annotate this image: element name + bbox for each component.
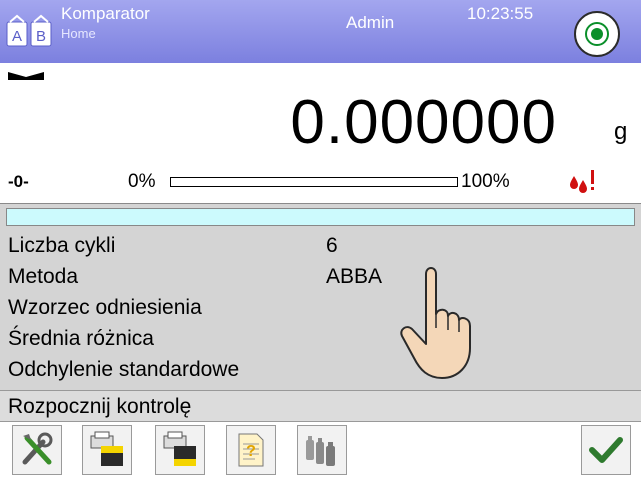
user-name[interactable]: Admin (346, 13, 394, 33)
info-label-mean-difference: Średnia różnica (8, 327, 154, 350)
info-label-method: Metoda (8, 265, 79, 288)
weight-value: 0.000000 (290, 88, 557, 157)
clock: 10:23:55 (467, 4, 534, 23)
confirm-button[interactable] (581, 425, 631, 475)
app-icon-letter-b: B (36, 28, 46, 45)
weight-unit[interactable]: g (614, 118, 627, 146)
print-header-button[interactable] (82, 425, 132, 475)
info-label-cycles: Liczba cykli (8, 234, 116, 257)
printer-header-icon (90, 431, 123, 466)
weights-button[interactable] (297, 425, 347, 475)
printer-footer-icon (163, 431, 196, 466)
breadcrumb: Home (61, 26, 96, 41)
info-status-bar (6, 208, 635, 226)
app-icon-letter-a: A (12, 28, 22, 45)
weighing-display: 0.000000 g -0- 0% 100% (0, 63, 641, 204)
info-value-cycles: 6 (326, 234, 338, 257)
report-icon: ? (238, 433, 264, 467)
settings-button[interactable] (12, 425, 62, 475)
info-label-std-deviation: Odchylenie standardowe (8, 358, 240, 381)
report-button[interactable]: ? (226, 425, 276, 475)
info-value-method: ABBA (326, 265, 383, 288)
app-ab-icon[interactable]: A B (6, 14, 52, 48)
touch-hand-icon (400, 267, 471, 379)
settings-icon (22, 432, 53, 465)
weights-icon (306, 436, 335, 466)
print-footer-button[interactable] (155, 425, 205, 475)
app-title: Komparator (61, 4, 150, 23)
home-circle-icon (585, 22, 609, 46)
range-max-label: 100% (461, 171, 510, 192)
start-control-label: Rozpocznij kontrolę (8, 395, 192, 418)
info-label-reference: Wzorzec odniesienia (8, 296, 202, 319)
drops-alert-icon (570, 170, 594, 193)
stability-icon (8, 72, 44, 80)
confirm-check-icon (589, 437, 623, 463)
svg-text:?: ? (246, 443, 256, 460)
load-bar (170, 177, 458, 187)
start-control-action[interactable]: Rozpocznij kontrolę (0, 390, 641, 422)
home-button[interactable] (574, 11, 620, 57)
zero-icon: -0- (8, 172, 29, 191)
range-min-label: 0% (128, 171, 156, 192)
